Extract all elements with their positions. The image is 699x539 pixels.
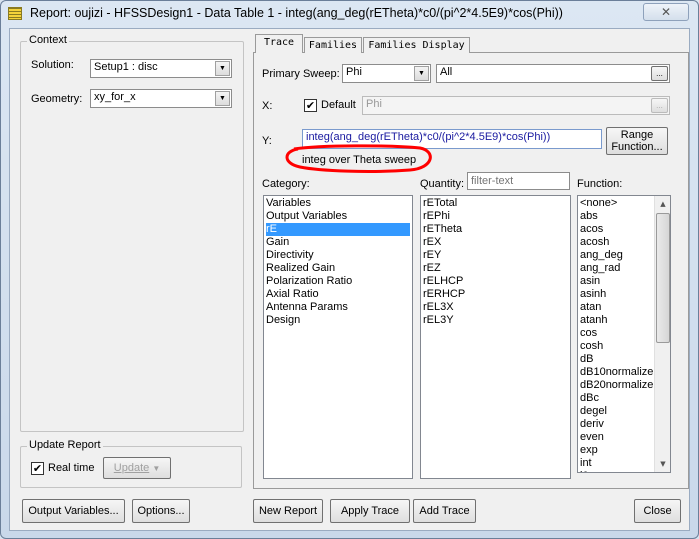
list-item[interactable]: even	[580, 431, 652, 444]
chevron-down-icon: ▼	[215, 61, 230, 76]
list-item[interactable]: rEL3X	[423, 301, 568, 314]
list-item[interactable]: rEL3Y	[423, 314, 568, 327]
list-item[interactable]: Gain	[266, 236, 410, 249]
list-item[interactable]: degel	[580, 405, 652, 418]
list-item[interactable]: abs	[580, 210, 652, 223]
scroll-up-icon[interactable]: ▲	[655, 196, 671, 212]
list-item[interactable]: rETheta	[423, 223, 568, 236]
list-item[interactable]: Polarization Ratio	[266, 275, 410, 288]
list-item[interactable]: <none>	[580, 197, 652, 210]
sweep-values-ellipsis-button[interactable]: ...	[651, 66, 668, 81]
list-item[interactable]: ang_rad	[580, 262, 652, 275]
x-value: Phi	[366, 98, 382, 110]
sweep-values-field[interactable]: All	[436, 64, 670, 83]
list-item[interactable]: atanh	[580, 314, 652, 327]
table-app-icon	[8, 7, 22, 20]
list-item[interactable]: dB10normalize	[580, 366, 653, 379]
list-item[interactable]: dB20normalize	[580, 379, 653, 392]
geometry-combo[interactable]: xy_for_x ▼	[90, 89, 232, 108]
list-item[interactable]: rEY	[423, 249, 568, 262]
list-item[interactable]: acos	[580, 223, 652, 236]
scroll-down-icon[interactable]: ▼	[655, 456, 671, 472]
new-report-button[interactable]: New Report	[253, 499, 323, 523]
x-ellipsis-button[interactable]: ...	[651, 98, 668, 113]
close-button[interactable]: Close	[634, 499, 681, 523]
list-item[interactable]: asin	[580, 275, 652, 288]
function-label: Function:	[577, 178, 623, 190]
list-item-selected[interactable]: rE	[266, 223, 410, 236]
x-field: Phi	[362, 96, 670, 115]
quantity-label: Quantity:	[420, 178, 465, 190]
tab-families-display[interactable]: Families Display	[363, 37, 470, 53]
solution-label: Solution:	[31, 59, 74, 71]
default-checkbox[interactable]: ✔	[304, 99, 317, 112]
realtime-checkbox[interactable]: ✔	[31, 462, 44, 475]
list-item[interactable]: rETotal	[423, 197, 568, 210]
list-item[interactable]: dBc	[580, 392, 652, 405]
update-label: Update	[113, 462, 150, 474]
range-function-button[interactable]: Range Function...	[606, 127, 668, 155]
list-item[interactable]: exp	[580, 444, 652, 457]
list-item[interactable]: rELHCP	[423, 275, 568, 288]
list-item[interactable]: int	[580, 457, 652, 470]
list-item[interactable]: cosh	[580, 340, 652, 353]
list-item[interactable]: asinh	[580, 288, 652, 301]
category-list[interactable]: Variables Output Variables rE Gain Direc…	[263, 195, 413, 479]
list-item[interactable]: i0	[580, 470, 652, 472]
list-item[interactable]: rEZ	[423, 262, 568, 275]
list-item[interactable]: Realized Gain	[266, 262, 410, 275]
list-item[interactable]: Axial Ratio	[266, 288, 410, 301]
apply-trace-button[interactable]: Apply Trace	[330, 499, 410, 523]
geometry-label: Geometry:	[31, 93, 83, 105]
primary-sweep-value: Phi	[346, 66, 362, 78]
list-item[interactable]: ang_deg	[580, 249, 652, 262]
list-item[interactable]: rEX	[423, 236, 568, 249]
list-item[interactable]: rEPhi	[423, 210, 568, 223]
list-item[interactable]: dB	[580, 353, 652, 366]
y-label: Y:	[262, 135, 272, 147]
add-trace-button[interactable]: Add Trace	[413, 499, 476, 523]
chevron-down-icon: ▼	[152, 464, 161, 473]
chevron-down-icon: ▼	[414, 66, 429, 81]
list-item[interactable]: Variables	[266, 197, 410, 210]
tab-trace[interactable]: Trace	[255, 34, 303, 53]
primary-sweep-combo[interactable]: Phi ▼	[342, 64, 431, 83]
tab-families[interactable]: Families	[304, 37, 362, 53]
context-legend: Context	[27, 34, 69, 46]
list-item[interactable]: Output Variables	[266, 210, 410, 223]
quantity-list[interactable]: rETotal rEPhi rETheta rEX rEY rEZ rELHCP…	[420, 195, 571, 479]
window-close-button[interactable]: ✕	[643, 3, 689, 21]
list-item[interactable]: cos	[580, 327, 652, 340]
list-item[interactable]: Directivity	[266, 249, 410, 262]
function-scrollbar[interactable]: ▲ ▼	[654, 196, 670, 472]
list-item[interactable]: Design	[266, 314, 410, 327]
window-title: Report: oujizi - HFSSDesign1 - Data Tabl…	[30, 6, 563, 20]
annotation-text: integ over Theta sweep	[302, 154, 417, 166]
primary-sweep-label: Primary Sweep:	[262, 68, 340, 80]
update-report-legend: Update Report	[27, 439, 103, 451]
category-label: Category:	[262, 178, 310, 190]
update-button[interactable]: Update ▼	[103, 457, 171, 479]
output-variables-button[interactable]: Output Variables...	[22, 499, 125, 523]
list-item[interactable]: acosh	[580, 236, 652, 249]
realtime-label: Real time	[48, 462, 95, 474]
default-label: Default	[321, 99, 356, 111]
chevron-down-icon: ▼	[215, 91, 230, 106]
list-item[interactable]: Antenna Params	[266, 301, 410, 314]
quantity-filter-input[interactable]	[467, 172, 570, 190]
list-item[interactable]: rERHCP	[423, 288, 568, 301]
options-button[interactable]: Options...	[132, 499, 190, 523]
list-item[interactable]: deriv	[580, 418, 652, 431]
list-item[interactable]: atan	[580, 301, 652, 314]
solution-value: Setup1 : disc	[94, 61, 158, 73]
solution-combo[interactable]: Setup1 : disc ▼	[90, 59, 232, 78]
x-label: X:	[262, 100, 273, 112]
geometry-value: xy_for_x	[94, 91, 136, 103]
scrollbar-thumb[interactable]	[656, 213, 670, 343]
sweep-values-text: All	[440, 66, 453, 78]
